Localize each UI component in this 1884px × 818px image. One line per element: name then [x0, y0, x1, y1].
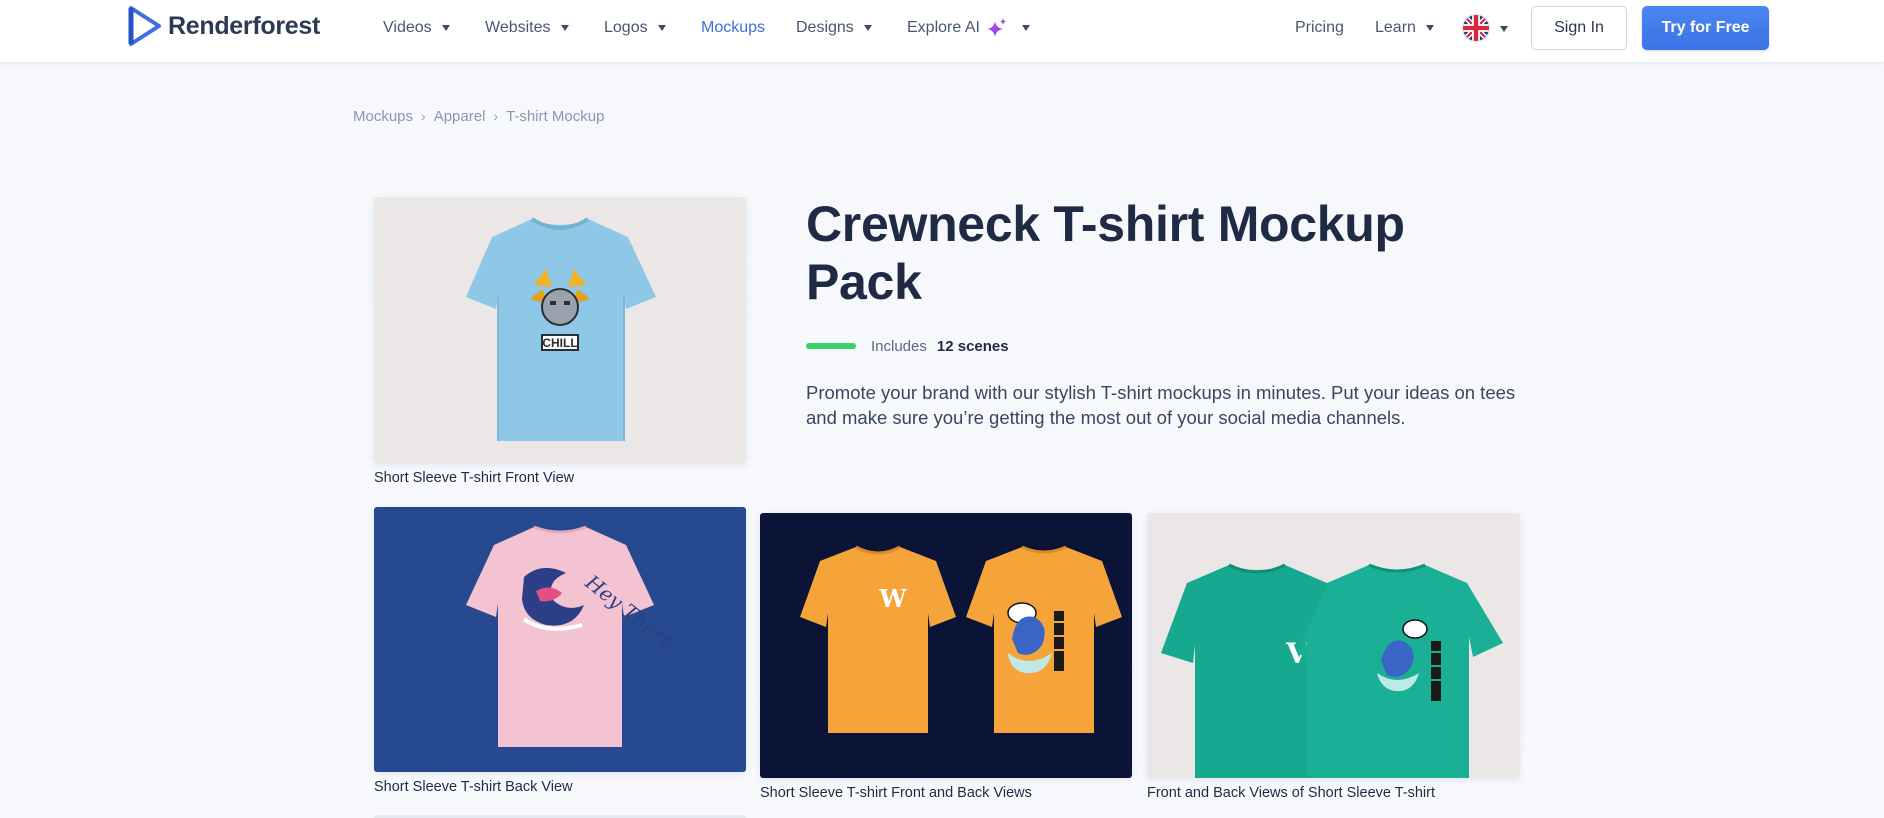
chevron-right-icon: ›	[493, 108, 499, 124]
renderforest-logo[interactable]: Renderforest	[128, 6, 320, 46]
nav-learn-label: Learn	[1375, 19, 1416, 36]
nav-websites-label: Websites	[485, 19, 551, 36]
nav-explore-ai-label: Explore AI	[907, 19, 980, 36]
mockup-card-front-back-green[interactable]: V Front and Back Views of Short Sleeve T…	[1147, 513, 1520, 803]
sign-in-button[interactable]: Sign In	[1531, 6, 1627, 50]
mockup-thumbnail[interactable]: CHILL	[374, 197, 746, 463]
scenes-count: 12 scenes	[936, 337, 1009, 355]
nav-videos[interactable]: Videos	[383, 17, 450, 39]
chevron-down-icon	[657, 25, 666, 31]
chevron-right-icon: ›	[421, 108, 426, 124]
breadcrumb-mockups[interactable]: Mockups	[353, 108, 413, 125]
mockup-card-back-view[interactable]: Hey There Short Sleeve T-shirt Back View	[374, 507, 746, 797]
nav-videos-label: Videos	[383, 19, 432, 36]
breadcrumb: Mockups › Apparel › T-shirt Mockup	[353, 106, 604, 126]
nav-learn[interactable]: Learn	[1375, 17, 1434, 39]
shirt-print-text: CHILL	[542, 336, 577, 350]
shirt-print-text: W	[879, 584, 908, 613]
logo-text: Renderforest	[168, 11, 320, 40]
ai-sparkle-icon	[986, 18, 1006, 37]
nav-mockups[interactable]: Mockups	[701, 17, 765, 39]
card-caption: Short Sleeve T-shirt Back View	[374, 779, 573, 795]
mockup-card-front-view[interactable]: CHILL Short Sleeve T-shirt Front View	[374, 197, 746, 487]
try-for-free-button[interactable]: Try for Free	[1642, 6, 1769, 50]
nav-pricing[interactable]: Pricing	[1295, 17, 1344, 39]
play-logo-icon	[128, 6, 161, 46]
chevron-down-icon	[1425, 25, 1434, 31]
page-title: Crewneck T-shirt Mockup Pack	[806, 196, 1405, 310]
language-chevron-down-icon[interactable]	[1500, 26, 1508, 32]
top-navigation-bar: Renderforest Videos Websites Logos Mocku…	[0, 0, 1884, 63]
nav-pricing-label: Pricing	[1295, 19, 1344, 36]
nav-websites[interactable]: Websites	[485, 17, 569, 39]
chevron-down-icon	[863, 25, 872, 31]
card-caption: Short Sleeve T-shirt Front View	[374, 470, 575, 486]
mockup-card-front-and-back[interactable]: W Short Sleeve T-shirt Front and Back Vi…	[760, 513, 1132, 803]
accent-bar	[806, 343, 856, 349]
breadcrumb-tshirt-mockup[interactable]: T-shirt Mockup	[506, 108, 604, 125]
card-caption: Short Sleeve T-shirt Front and Back View…	[760, 785, 1032, 801]
nav-designs[interactable]: Designs	[796, 17, 872, 39]
includes-label: Includes	[871, 337, 927, 355]
mockup-thumbnail[interactable]: Hey There	[374, 507, 746, 772]
chevron-down-icon	[1021, 25, 1030, 31]
mockup-thumbnail[interactable]: W	[760, 513, 1132, 778]
breadcrumb-apparel[interactable]: Apparel	[434, 108, 486, 125]
chevron-down-icon	[560, 25, 569, 31]
chevron-down-icon	[441, 25, 450, 31]
nav-mockups-label: Mockups	[701, 19, 766, 36]
nav-logos-label: Logos	[604, 19, 648, 36]
card-caption: Front and Back Views of Short Sleeve T-s…	[1147, 785, 1435, 801]
uk-flag-icon[interactable]	[1463, 15, 1489, 41]
nav-logos[interactable]: Logos	[604, 17, 666, 39]
nav-explore-ai[interactable]: Explore AI	[907, 17, 1030, 39]
mockup-thumbnail[interactable]: V	[1147, 513, 1520, 778]
nav-designs-label: Designs	[796, 19, 854, 36]
product-description: Promote your brand with our stylish T-sh…	[806, 382, 1516, 428]
includes-row: Includes 12 scenes	[806, 336, 1009, 356]
